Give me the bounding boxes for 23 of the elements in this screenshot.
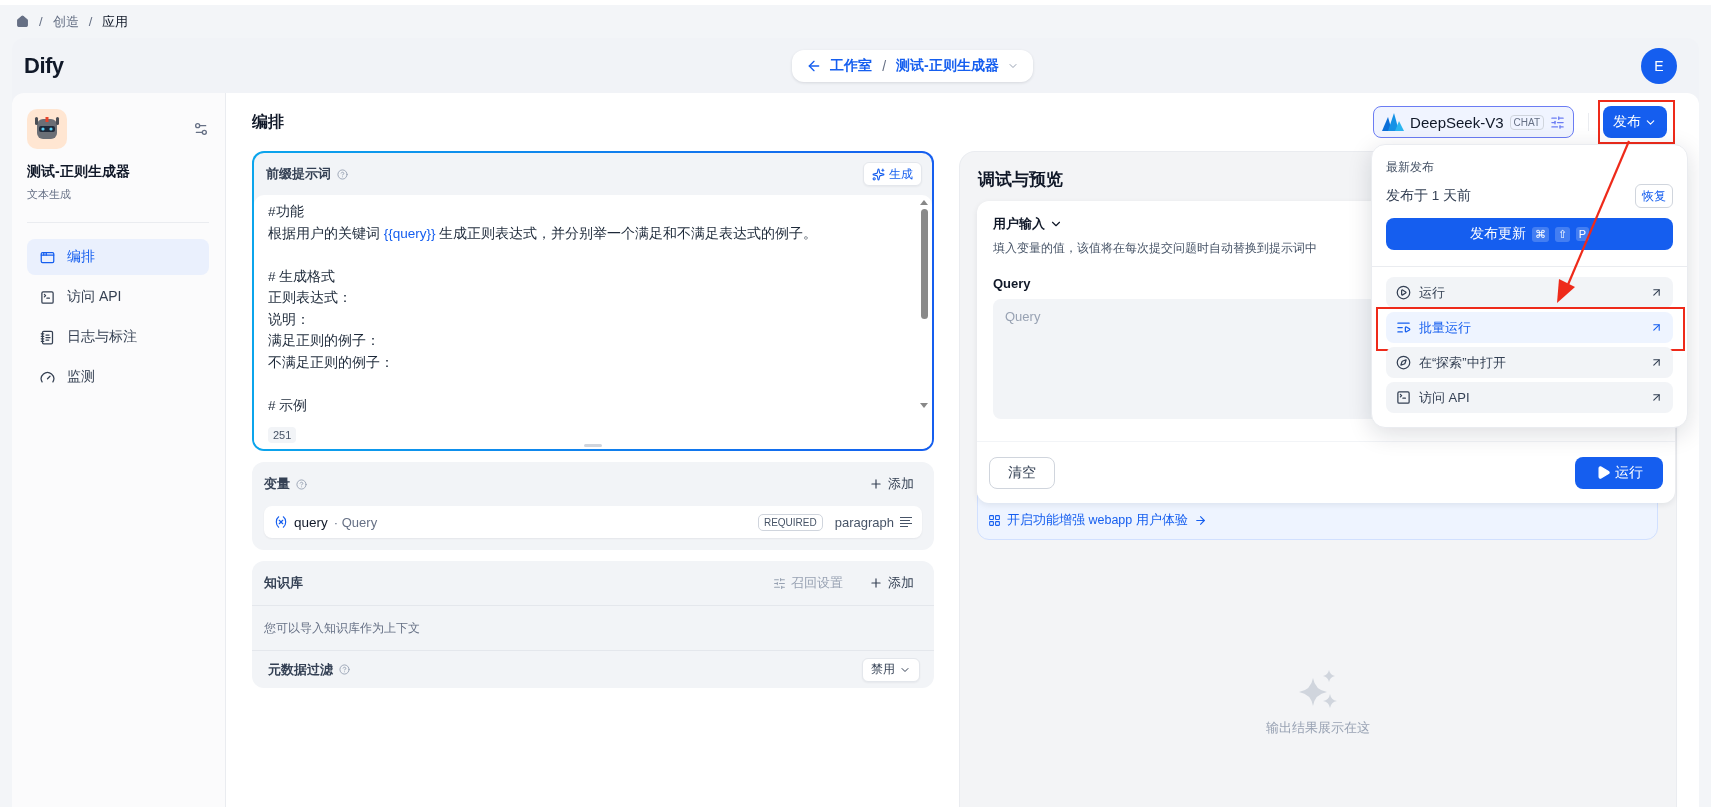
empty-output-text: 输出结果展示在这 <box>1266 720 1370 737</box>
field-label: Query <box>993 276 1032 291</box>
debug-title: 调试与预览 <box>978 169 1063 191</box>
section-title: 最新发布 <box>1386 159 1435 176</box>
knowledge-hint: 您可以导入知识库作为上下文 <box>264 619 420 637</box>
model-tag: CHAT <box>1509 114 1544 130</box>
breadcrumb-separator: / <box>88 14 93 29</box>
character-count: 251 <box>268 427 297 443</box>
metadata-filter-label: 元数据过滤 <box>268 660 333 679</box>
knowledge-title: 知识库 <box>264 574 303 592</box>
required-tag: REQUIRED <box>757 513 823 531</box>
variable-name: · Query <box>333 514 378 530</box>
nav-separator: / <box>882 57 887 74</box>
app-name: 测试-正则生成器 <box>27 163 131 181</box>
page-title: 编排 <box>252 111 284 132</box>
variable-type: paragraph <box>834 514 894 530</box>
app-type: 文本生成 <box>27 187 72 202</box>
variables-title: 变量 <box>264 475 290 493</box>
published-time: 发布于 1 天前 <box>1386 187 1471 205</box>
breadcrumb-separator: / <box>39 14 43 29</box>
user-input-hint: 填入变量的值，该值将在每次提交问题时自动替换到提示词中 <box>993 241 1317 256</box>
variable-key: query <box>294 514 328 530</box>
prompt-title: 前缀提示词 <box>266 165 331 183</box>
